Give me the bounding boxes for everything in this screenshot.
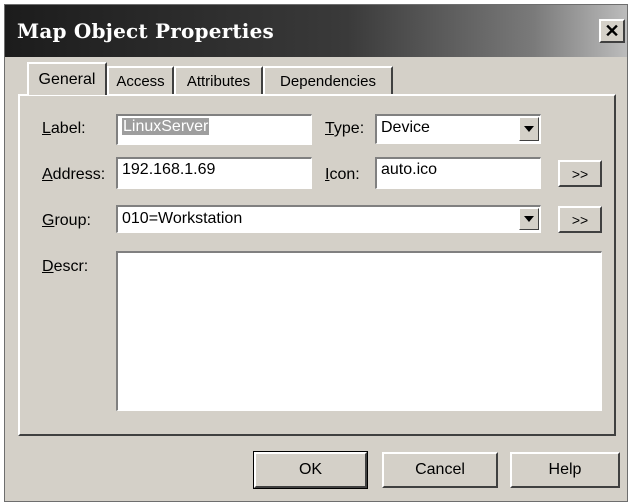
type-select-value: Device: [381, 119, 430, 136]
tab-access[interactable]: Access: [107, 66, 174, 94]
group-dropdown-button[interactable]: [519, 208, 539, 230]
label-input-value: LinuxServer: [122, 118, 210, 135]
label-input[interactable]: LinuxServer: [116, 114, 312, 145]
ok-button-label: OK: [298, 461, 323, 478]
help-button[interactable]: Help: [510, 452, 620, 488]
close-button[interactable]: ✕: [599, 19, 625, 43]
icon-field-caption: Icon:: [325, 166, 360, 184]
group-caption-text: roup:: [54, 212, 91, 229]
group-select[interactable]: 010=Workstation: [116, 205, 541, 233]
type-mnemonic: T: [325, 120, 334, 137]
group-field-caption: Group:: [42, 212, 91, 230]
chevron-down-icon: [524, 126, 534, 132]
window-title: Map Object Properties: [17, 19, 274, 43]
general-tab-panel: Label: LinuxServer Type: Device Address:…: [18, 94, 616, 436]
descr-field-caption: Descr:: [42, 258, 88, 276]
group-select-value: 010=Workstation: [122, 210, 243, 227]
descr-caption-text: escr:: [53, 258, 89, 275]
address-field-caption: Address:: [42, 166, 105, 184]
group-browse-label: >>: [571, 211, 589, 228]
icon-input-value: auto.ico: [381, 161, 438, 178]
icon-input[interactable]: auto.ico: [375, 157, 541, 189]
ok-button[interactable]: OK: [253, 451, 368, 489]
address-input-value: 192.168.1.69: [122, 161, 216, 178]
label-caption-text: abel:: [50, 120, 86, 137]
type-caption-text: ype:: [333, 120, 365, 137]
tab-access-label: Access: [116, 72, 165, 90]
group-browse-button[interactable]: >>: [558, 206, 602, 233]
address-caption-text: ddress:: [52, 166, 106, 183]
tab-attributes[interactable]: Attributes: [174, 66, 263, 94]
type-select[interactable]: Device: [375, 114, 541, 144]
close-icon: ✕: [604, 20, 620, 41]
address-input[interactable]: 192.168.1.69: [116, 157, 312, 189]
title-bar[interactable]: Map Object Properties ✕: [5, 5, 627, 57]
description-textarea[interactable]: [116, 251, 602, 411]
help-button-label: Help: [548, 461, 582, 478]
tab-general-label: General: [38, 70, 96, 88]
icon-caption-text: con:: [329, 166, 360, 183]
tab-dependencies[interactable]: Dependencies: [263, 66, 393, 94]
address-mnemonic: A: [42, 166, 53, 183]
tab-general[interactable]: General: [27, 62, 107, 95]
label-field-caption: Label:: [42, 120, 86, 138]
group-mnemonic: G: [42, 212, 55, 229]
cancel-button-label: Cancel: [415, 461, 465, 478]
type-field-caption: Type:: [325, 120, 364, 138]
tab-attributes-label: Attributes: [186, 72, 251, 90]
icon-browse-button[interactable]: >>: [558, 160, 602, 187]
cancel-button[interactable]: Cancel: [382, 452, 498, 488]
chevron-down-icon: [524, 216, 534, 222]
tab-dependencies-label: Dependencies: [280, 72, 376, 90]
descr-mnemonic: D: [42, 258, 54, 275]
label-mnemonic: L: [42, 120, 51, 137]
type-dropdown-button[interactable]: [519, 117, 539, 141]
icon-browse-label: >>: [571, 165, 589, 182]
